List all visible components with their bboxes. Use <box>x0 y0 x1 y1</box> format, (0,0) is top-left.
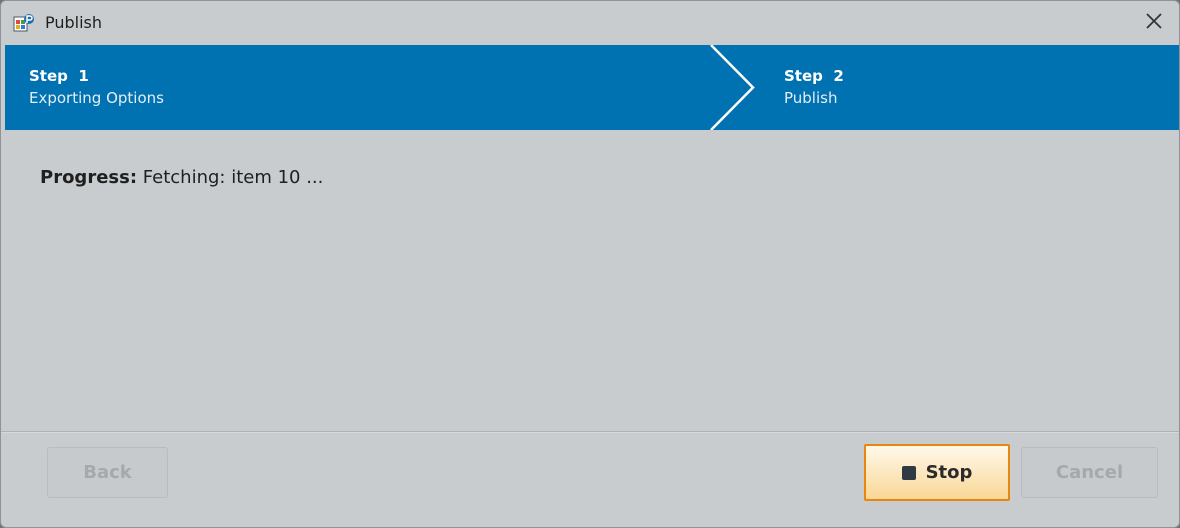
publish-dialog: Publish Step 1 Exporting Options Step 2 … <box>0 0 1180 528</box>
footer-divider <box>1 431 1179 433</box>
step-divider-chevron <box>710 45 755 130</box>
close-button[interactable] <box>1137 6 1171 40</box>
wizard-step-2: Step 2 Publish <box>784 65 844 109</box>
step-label: Publish <box>784 89 838 107</box>
stop-button[interactable]: Stop <box>864 444 1010 501</box>
step-number: Step 2 <box>784 67 844 85</box>
wizard-step-1: Step 1 Exporting Options <box>29 65 164 109</box>
cancel-button[interactable]: Cancel <box>1021 447 1158 498</box>
step-number: Step 1 <box>29 67 89 85</box>
window-title: Publish <box>45 13 103 32</box>
cancel-button-label: Cancel <box>1055 462 1124 483</box>
close-icon <box>1145 12 1163 34</box>
publish-app-icon <box>13 12 35 34</box>
title-bar[interactable]: Publish <box>1 1 1179 45</box>
step-label: Exporting Options <box>29 89 164 107</box>
progress-status: Progress: Fetching: item 10 ... <box>40 165 323 191</box>
progress-label: Progress: <box>40 167 138 188</box>
back-button-label: Back <box>83 462 132 483</box>
stop-icon <box>901 465 916 480</box>
wizard-steps-bar: Step 1 Exporting Options Step 2 Publish <box>5 45 1179 130</box>
progress-text: Fetching: item 10 ... <box>142 167 324 188</box>
back-button[interactable]: Back <box>47 447 168 498</box>
stop-button-label: Stop <box>925 462 973 483</box>
